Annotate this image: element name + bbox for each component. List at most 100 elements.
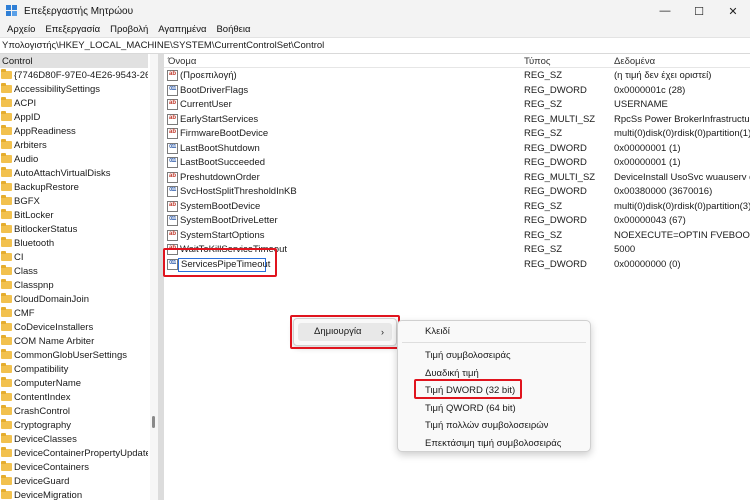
value-row[interactable]: ab EarlyStartServices REG_MULTI_SZ RpcSs Po… <box>164 113 750 127</box>
value-row[interactable]: ab CurrentUser REG_SZ USERNAME <box>164 98 750 112</box>
tree-item[interactable]: CoDeviceInstallers <box>0 320 148 334</box>
value-row[interactable]: ab PreshutdownOrder REG_MULTI_SZ DeviceInst… <box>164 171 750 185</box>
folder-icon <box>1 447 12 457</box>
value-data: USERNAME <box>614 99 668 110</box>
tree-item[interactable]: AppID <box>0 110 148 124</box>
value-row[interactable]: 011 SvcHostSplitThresholdInKB REG_DWORD 0x0… <box>164 185 750 199</box>
tree-item[interactable]: CrashControl <box>0 404 148 418</box>
value-type: REG_DWORD <box>524 157 587 168</box>
folder-icon <box>1 377 12 387</box>
minimize-button[interactable]: — <box>648 0 682 22</box>
tree-item-label: CloudDomainJoin <box>14 293 89 305</box>
tree-item-control[interactable]: Control <box>0 54 148 68</box>
tree-item-label: CrashControl <box>14 405 70 417</box>
value-row[interactable]: ab SystemStartOptions REG_SZ NOEXECUTE=OPT… <box>164 229 750 243</box>
tree-item-label: ComputerName <box>14 377 82 389</box>
folder-icon <box>1 181 12 191</box>
value-name: SystemBootDriveLetter <box>180 215 278 226</box>
folder-icon <box>1 307 12 317</box>
tree-item[interactable]: ACPI <box>0 96 148 110</box>
tree-item[interactable]: DeviceMigration <box>0 488 148 500</box>
value-row[interactable]: 011 SystemBootDriveLetter REG_DWORD 0x00000… <box>164 214 750 228</box>
menu-edit[interactable]: Επεξεργασία <box>40 24 105 35</box>
binary-value-icon: 011 <box>167 186 178 197</box>
highlight-new-value <box>163 248 277 277</box>
highlight-new-menu <box>290 315 400 349</box>
folder-icon <box>1 167 12 177</box>
tree-item[interactable]: DeviceGuard <box>0 474 148 488</box>
menu-favorites[interactable]: Αγαπημένα <box>153 24 211 35</box>
tree-item-label: AutoAttachVirtualDisks <box>14 167 111 179</box>
tree-item[interactable]: Classpnp <box>0 278 148 292</box>
address-bar[interactable]: Υπολογιστής\HKEY_LOCAL_MACHINE\SYSTEM\Cu… <box>0 37 750 54</box>
tree-item[interactable]: COM Name Arbiter <box>0 334 148 348</box>
value-row[interactable]: 011 LastBootShutdown REG_DWORD 0x00000001 (… <box>164 142 750 156</box>
folder-icon <box>1 111 12 121</box>
tree-item[interactable]: BGFX <box>0 194 148 208</box>
tree-item[interactable]: CloudDomainJoin <box>0 292 148 306</box>
value-data: multi(0)disk(0)rdisk(0)partition(3) <box>614 200 750 212</box>
tree-item[interactable]: ComputerName <box>0 376 148 390</box>
key-tree-pane: Control {7746D80F-97E0-4E26-9543-26B4 Ac… <box>0 54 158 500</box>
tree-item-label: DeviceContainers <box>14 461 89 473</box>
submenu-item-key[interactable]: Κλειδί <box>402 323 586 340</box>
folder-icon <box>1 237 12 247</box>
tree-item[interactable]: AppReadiness <box>0 124 148 138</box>
tree-item[interactable]: Bluetooth <box>0 236 148 250</box>
tree-item[interactable]: ContentIndex <box>0 390 148 404</box>
value-row[interactable]: ab FirmwareBootDevice REG_SZ multi(0)disk(0… <box>164 127 750 141</box>
value-data: 0x00380000 (3670016) <box>614 186 713 197</box>
tree-item[interactable]: AccessibilitySettings <box>0 82 148 96</box>
tree-item[interactable]: Compatibility <box>0 362 148 376</box>
highlight-dword-item <box>414 379 522 399</box>
tree-item[interactable]: Cryptography <box>0 418 148 432</box>
folder-icon <box>1 195 12 205</box>
value-data: 5000 <box>614 244 636 255</box>
folder-icon <box>1 69 12 79</box>
value-row[interactable]: ab SystemBootDevice REG_SZ multi(0)disk(0)r… <box>164 200 750 214</box>
tree-item[interactable]: Arbiters <box>0 138 148 152</box>
tree-item[interactable]: CommonGlobUserSettings <box>0 348 148 362</box>
tree-item[interactable]: BackupRestore <box>0 180 148 194</box>
value-data: 0x0000001c (28) <box>614 84 686 96</box>
value-name: EarlyStartServices <box>180 113 259 125</box>
submenu-item-qword-value[interactable]: Τιμή QWORD (64 bit) <box>402 400 586 417</box>
submenu-item-multi-string-value[interactable]: Τιμή πολλών συμβολοσειρών <box>402 417 586 434</box>
menu-view[interactable]: Προβολή <box>105 24 153 35</box>
menu-file[interactable]: Αρχείο <box>2 24 40 35</box>
tree-item[interactable]: DeviceContainers <box>0 460 148 474</box>
value-row[interactable]: 011 LastBootSucceeded REG_DWORD 0x00000001 … <box>164 156 750 170</box>
folder-icon <box>1 349 12 359</box>
column-header-name[interactable]: Όνομα <box>168 56 196 67</box>
tree-item[interactable]: DeviceClasses <box>0 432 148 446</box>
tree-scrollbar[interactable] <box>150 54 158 500</box>
menu-help[interactable]: Βοήθεια <box>211 24 255 35</box>
tree-item-label: BitlockerStatus <box>14 223 78 235</box>
tree-item[interactable]: CI <box>0 250 148 264</box>
folder-icon <box>1 83 12 93</box>
column-header-data[interactable]: Δεδομένα <box>614 56 655 67</box>
value-name: SvcHostSplitThresholdInKB <box>180 186 297 197</box>
tree-item[interactable]: DeviceContainerPropertyUpdateEv <box>0 446 148 460</box>
tree-item-label: CMF <box>14 307 35 319</box>
tree-scrollbar-thumb[interactable] <box>152 416 155 428</box>
value-row[interactable]: ab (Προεπιλογή) REG_SZ (η τιμή δεν έχει ορι… <box>164 69 750 83</box>
close-button[interactable]: ✕ <box>716 0 750 22</box>
tree-item[interactable]: BitLocker <box>0 208 148 222</box>
tree-item[interactable]: BitlockerStatus <box>0 222 148 236</box>
tree-item[interactable]: {7746D80F-97E0-4E26-9543-26B4 <box>0 68 148 82</box>
tree-item-label: COM Name Arbiter <box>14 335 95 347</box>
tree-item[interactable]: Audio <box>0 152 148 166</box>
tree-item-label: ContentIndex <box>14 391 71 403</box>
column-header-type[interactable]: Τύπος <box>524 56 550 67</box>
tree-item[interactable]: Class <box>0 264 148 278</box>
submenu-item-expandable-string-value[interactable]: Επεκτάσιμη τιμή συμβολοσειράς <box>402 435 586 452</box>
tree-item[interactable]: CMF <box>0 306 148 320</box>
maximize-button[interactable]: ☐ <box>682 0 716 22</box>
value-row[interactable]: 011 BootDriverFlags REG_DWORD 0x0000001c (2… <box>164 84 750 98</box>
folder-icon <box>1 125 12 135</box>
submenu-item-string-value[interactable]: Τιμή συμβολοσειράς <box>402 347 586 364</box>
tree-item[interactable]: AutoAttachVirtualDisks <box>0 166 148 180</box>
value-name: FirmwareBootDevice <box>180 128 269 139</box>
value-type: REG_SZ <box>524 70 563 81</box>
